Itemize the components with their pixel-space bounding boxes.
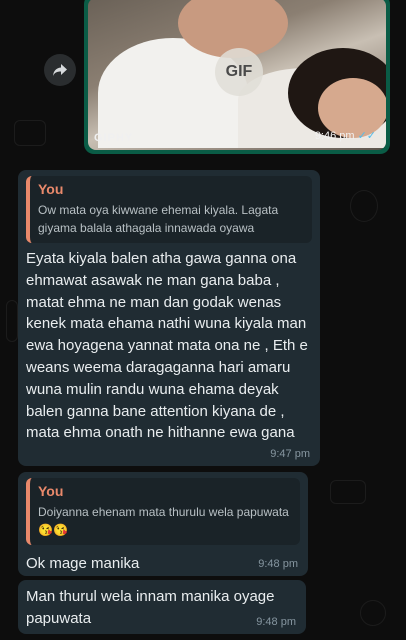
wallpaper-doodle [330, 480, 366, 504]
wallpaper-doodle [360, 600, 386, 626]
message-bubble[interactable]: You Ow mata oya kiwwane ehemai kiyala. L… [18, 170, 320, 466]
message-bubble[interactable]: Man thurul wela innam manika oyage papuw… [18, 580, 306, 634]
gif-play-badge[interactable]: GIF [215, 48, 263, 96]
gif-preview[interactable]: GIF GIPHY 9:46 pm ✓✓ [88, 0, 386, 150]
quoted-reply[interactable]: You Doiyanna ehenam mata thurulu wela pa… [26, 478, 300, 545]
message-text: Eyata kiyala balen atha gawa ganna ona e… [26, 250, 308, 442]
message-timestamp: 9:46 pm ✓✓ [314, 129, 376, 143]
quoted-reply[interactable]: You Ow mata oya kiwwane ehemai kiyala. L… [26, 176, 312, 243]
quoted-text: Doiyanna ehenam mata thurulu wela papuwa… [38, 503, 292, 539]
giphy-attribution: GIPHY [94, 132, 134, 144]
quoted-sender-name: You [38, 483, 64, 499]
message-timestamp: 9:48 pm [256, 616, 296, 628]
forward-icon [53, 64, 67, 76]
read-receipt-icon: ✓✓ [357, 130, 376, 142]
message-timestamp: 9:47 pm [270, 448, 310, 460]
message-bubble[interactable]: You Doiyanna ehenam mata thurulu wela pa… [18, 472, 308, 576]
quoted-text-body: Doiyanna ehenam mata thurulu wela papuwa… [38, 505, 289, 519]
wallpaper-doodle [14, 120, 46, 146]
quoted-sender-name: You [38, 181, 64, 197]
timestamp-text: 9:46 pm [314, 129, 355, 142]
quoted-text: Ow mata oya kiwwane ehemai kiyala. Lagat… [38, 203, 279, 235]
message-timestamp: 9:48 pm [258, 558, 298, 570]
forward-button[interactable] [44, 54, 76, 86]
wallpaper-doodle [6, 300, 18, 342]
kiss-emoji-icon: 😘😘 [38, 523, 68, 537]
gif-message-bubble[interactable]: GIF GIPHY 9:46 pm ✓✓ [84, 0, 390, 154]
wallpaper-doodle [350, 190, 378, 222]
